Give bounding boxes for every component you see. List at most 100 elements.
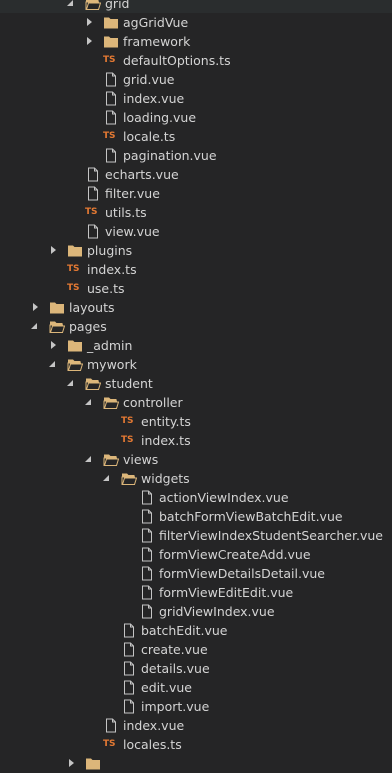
file-icon — [139, 509, 155, 524]
file-row[interactable]: TS locales.ts — [0, 735, 392, 754]
file-row[interactable]: formViewCreateAdd.vue — [0, 545, 392, 564]
tree-item-label: plugins — [87, 243, 133, 258]
folder-row[interactable]: mywork — [0, 355, 392, 374]
tree-item-label: formViewDetailsDetail.vue — [159, 566, 325, 581]
file-row[interactable]: TS utils.ts — [0, 203, 392, 222]
file-icon — [139, 490, 155, 505]
chevron-down-icon[interactable] — [67, 0, 77, 13]
file-row[interactable]: formViewDetailsDetail.vue — [0, 564, 392, 583]
file-row[interactable]: batchEdit.vue — [0, 621, 392, 640]
chevron-right-icon[interactable] — [49, 241, 59, 260]
folder-open-icon — [103, 395, 119, 410]
tree-item-label: agGridVue — [123, 15, 189, 30]
typescript-file-icon: TS — [67, 283, 80, 293]
folder-row[interactable]: layouts — [0, 298, 392, 317]
tree-item-label: index.vue — [123, 91, 185, 106]
folder-row[interactable]: controller — [0, 393, 392, 412]
tree-item-label: pages — [69, 319, 107, 334]
chevron-right-icon[interactable] — [85, 13, 95, 32]
chevron-down-icon[interactable] — [85, 450, 95, 469]
file-icon — [139, 566, 155, 581]
tree-item-label: locales.ts — [123, 737, 182, 752]
folder-open-icon — [85, 0, 101, 11]
tree-item-label: filter.vue — [105, 186, 160, 201]
chevron-right-icon[interactable] — [31, 298, 41, 317]
file-icon — [103, 91, 119, 106]
file-row[interactable]: filter.vue — [0, 184, 392, 203]
file-row[interactable]: loading.vue — [0, 108, 392, 127]
file-icon — [139, 585, 155, 600]
chevron-down-icon[interactable] — [31, 317, 41, 336]
file-icon — [103, 718, 119, 733]
tree-item-label: framework — [123, 34, 191, 49]
chevron-right-icon[interactable] — [85, 32, 95, 51]
file-icon — [121, 661, 137, 676]
tree-item-label: widgets — [141, 471, 190, 486]
chevron-down-icon[interactable] — [49, 355, 59, 374]
file-row[interactable]: gridViewIndex.vue — [0, 602, 392, 621]
file-row[interactable]: TS index.ts — [0, 431, 392, 450]
file-row[interactable]: pagination.vue — [0, 146, 392, 165]
chevron-right-icon[interactable] — [49, 336, 59, 355]
folder-row[interactable] — [0, 754, 392, 773]
file-row[interactable]: details.vue — [0, 659, 392, 678]
tree-item-label: controller — [123, 395, 183, 410]
file-row[interactable]: formViewEditEdit.vue — [0, 583, 392, 602]
file-row[interactable]: TS defaultOptions.ts — [0, 51, 392, 70]
chevron-right-icon[interactable] — [67, 754, 77, 773]
folder-row[interactable]: _admin — [0, 336, 392, 355]
file-icon — [103, 110, 119, 125]
folder-row[interactable]: student — [0, 374, 392, 393]
tree-item-label: layouts — [69, 300, 115, 315]
tree-item-label: index.ts — [141, 433, 191, 448]
folder-row[interactable]: views — [0, 450, 392, 469]
file-row[interactable]: echarts.vue — [0, 165, 392, 184]
file-row[interactable]: TS locale.ts — [0, 127, 392, 146]
folder-row[interactable]: agGridVue — [0, 13, 392, 32]
file-row[interactable]: actionViewIndex.vue — [0, 488, 392, 507]
folder-row[interactable]: widgets — [0, 469, 392, 488]
tree-item-label: actionViewIndex.vue — [159, 490, 289, 505]
tree-item-label: batchFormViewBatchEdit.vue — [159, 509, 343, 524]
file-icon — [85, 186, 101, 201]
file-row[interactable]: view.vue — [0, 222, 392, 241]
file-icon — [121, 623, 137, 638]
file-row[interactable]: filterViewIndexStudentSearcher.vue — [0, 526, 392, 545]
file-row[interactable]: index.vue — [0, 716, 392, 735]
chevron-down-icon[interactable] — [67, 374, 77, 393]
tree-item-label: formViewEditEdit.vue — [159, 585, 294, 600]
folder-row[interactable]: framework — [0, 32, 392, 51]
chevron-down-icon[interactable] — [103, 469, 113, 488]
file-icon — [121, 699, 137, 714]
file-row[interactable]: grid.vue — [0, 70, 392, 89]
file-row[interactable]: import.vue — [0, 697, 392, 716]
tree-item-label: echarts.vue — [105, 167, 179, 182]
file-icon — [139, 547, 155, 562]
typescript-file-icon: TS — [121, 435, 134, 445]
tree-item-label: filterViewIndexStudentSearcher.vue — [159, 528, 383, 543]
file-icon — [121, 642, 137, 657]
file-row[interactable]: TS use.ts — [0, 279, 392, 298]
folder-open-icon — [49, 319, 65, 334]
tree-item-label: gridViewIndex.vue — [159, 604, 275, 619]
folder-open-icon — [85, 376, 101, 391]
file-row[interactable]: batchFormViewBatchEdit.vue — [0, 507, 392, 526]
file-row[interactable]: TS entity.ts — [0, 412, 392, 431]
tree-item-label: use.ts — [87, 281, 125, 296]
file-icon — [103, 72, 119, 87]
folder-open-icon — [103, 452, 119, 467]
folder-icon — [67, 338, 83, 353]
tree-item-label: import.vue — [141, 699, 210, 714]
file-icon — [139, 604, 155, 619]
file-row[interactable]: edit.vue — [0, 678, 392, 697]
folder-row[interactable]: plugins — [0, 241, 392, 260]
tree-item-label: view.vue — [105, 224, 160, 239]
chevron-down-icon[interactable] — [85, 393, 95, 412]
file-icon — [85, 167, 101, 182]
file-row[interactable]: index.vue — [0, 89, 392, 108]
tree-item-label: entity.ts — [141, 414, 191, 429]
folder-row[interactable]: grid — [0, 0, 392, 13]
file-row[interactable]: TS index.ts — [0, 260, 392, 279]
folder-row[interactable]: pages — [0, 317, 392, 336]
file-row[interactable]: create.vue — [0, 640, 392, 659]
